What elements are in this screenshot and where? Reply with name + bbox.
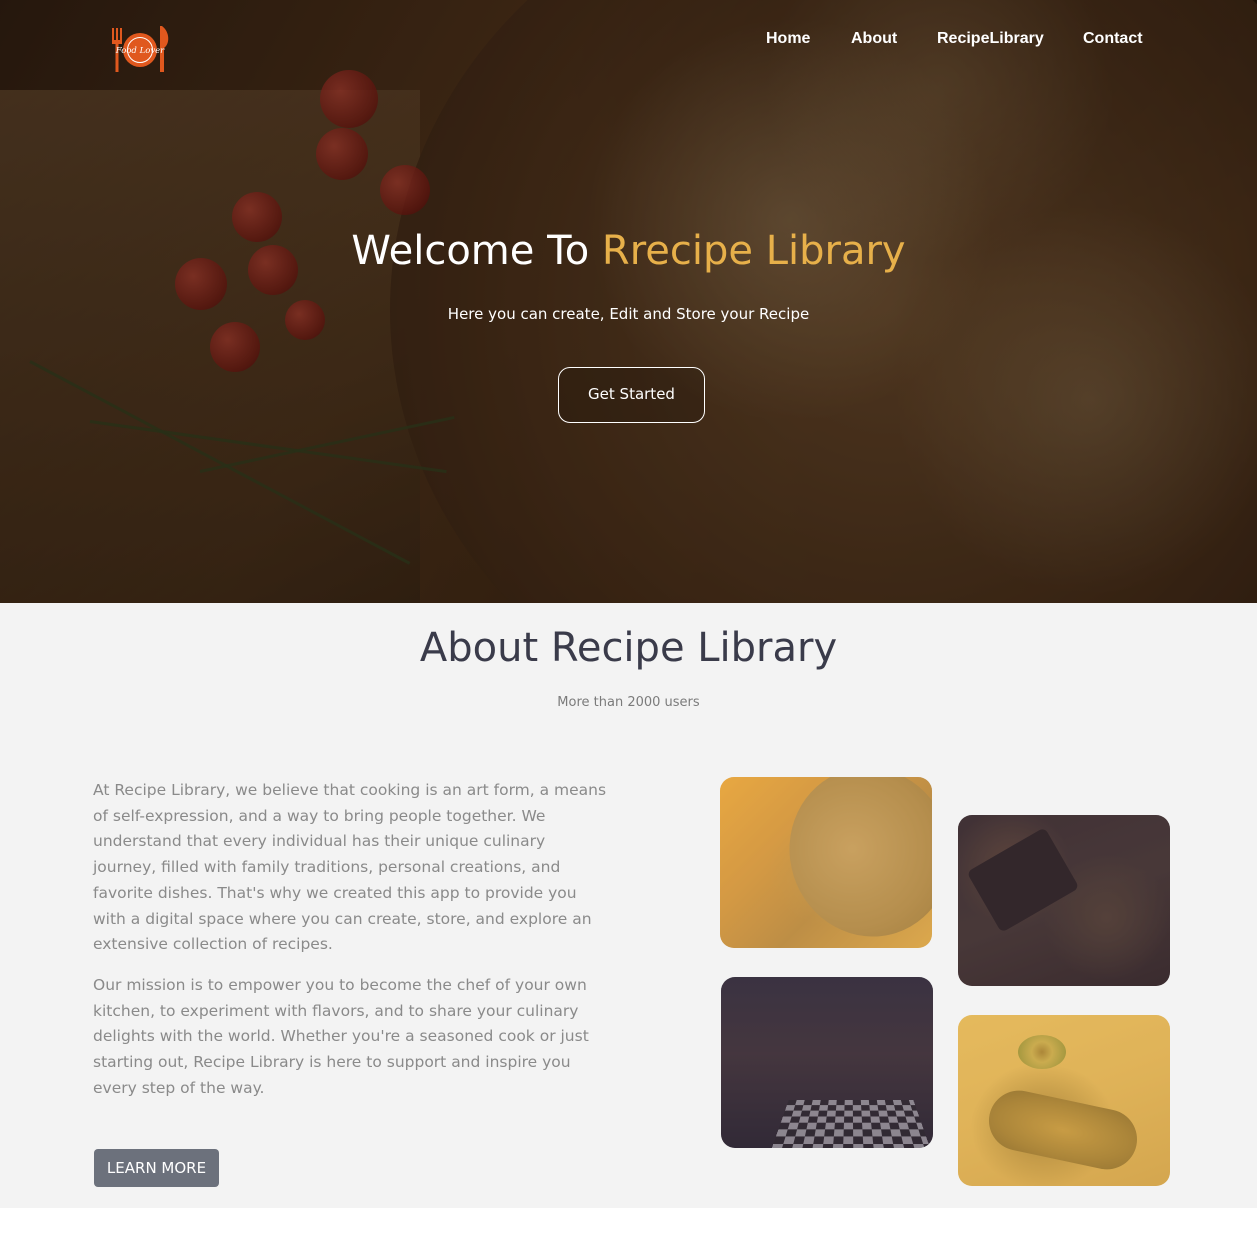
- hero-title-prefix: Welcome To: [351, 228, 602, 274]
- get-started-button[interactable]: Get Started: [558, 367, 705, 423]
- nav-about-link[interactable]: About: [851, 30, 897, 48]
- hero-title: Welcome To Rrecipe Library: [0, 228, 1257, 274]
- about-paragraph-2: Our mission is to empower you to become …: [93, 976, 589, 1097]
- about-subtitle: More than 2000 users: [557, 695, 700, 710]
- photo-tint: [721, 977, 933, 1148]
- food-spread-photo: [958, 815, 1170, 986]
- nav-recipe-library-link[interactable]: RecipeLibrary: [937, 30, 1044, 48]
- hero-title-accent: Rrecipe Library: [601, 228, 906, 274]
- nav-contact-link[interactable]: Contact: [1083, 30, 1143, 48]
- hero-section: Food Lover Home About RecipeLibrary Cont…: [0, 0, 1257, 603]
- hero-subtitle: Here you can create, Edit and Store your…: [447, 305, 810, 323]
- about-title: About Recipe Library: [419, 625, 838, 671]
- about-paragraph-1: At Recipe Library, we believe that cooki…: [93, 781, 607, 954]
- about-section: About Recipe Library More than 2000 user…: [0, 603, 1257, 1208]
- avocado-toast-photo: [958, 1015, 1170, 1186]
- main-nav: Home About RecipeLibrary Contact: [0, 30, 1257, 52]
- photo-tint: [720, 777, 932, 948]
- photo-tint: [958, 1015, 1170, 1186]
- hero-overlay: [0, 0, 1257, 603]
- restaurant-interior-photo: [721, 977, 933, 1148]
- roast-meat-photo: [720, 777, 932, 948]
- learn-more-button[interactable]: LEARN MORE: [94, 1149, 219, 1187]
- nav-home-link[interactable]: Home: [766, 30, 810, 48]
- photo-tint: [958, 815, 1170, 986]
- page-bottom-strip: [0, 1208, 1257, 1252]
